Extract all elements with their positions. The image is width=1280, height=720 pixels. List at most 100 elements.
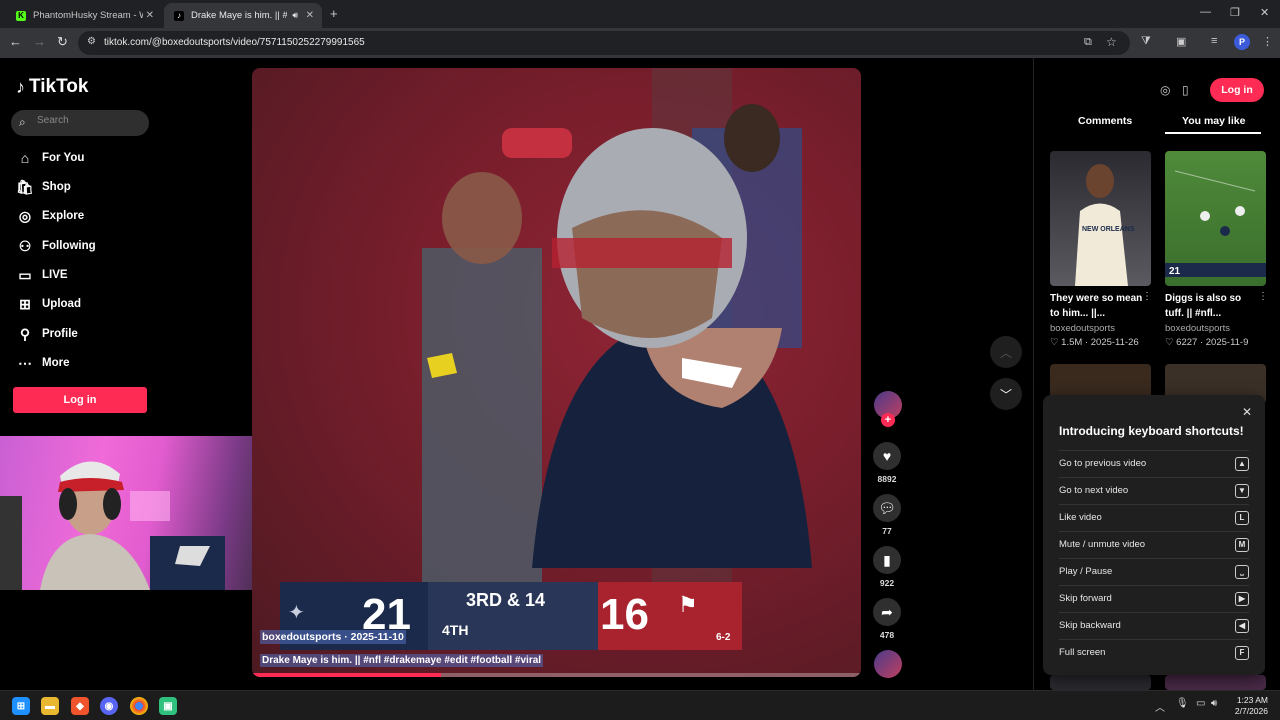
tab-tiktok-video[interactable]: ♪ Drake Maye is him. || #nfl # 🔊︎ ✕ <box>164 3 322 28</box>
minimize-icon[interactable]: — <box>1200 6 1211 18</box>
sidebar-item-following[interactable]: ⚇ Following <box>15 235 96 257</box>
shortcut-row: Skip backward ◀ <box>1059 612 1249 638</box>
like-action[interactable]: ♥ 8892 <box>873 442 901 484</box>
video-username[interactable]: boxedoutsports <box>1050 323 1115 334</box>
sidebar-item-live[interactable]: ▭ LIVE <box>15 264 67 286</box>
app-icon[interactable]: ▣ <box>159 697 177 715</box>
forward-icon[interactable]: → <box>33 34 46 49</box>
discord-icon[interactable]: ◉ <box>100 697 118 715</box>
volume-icon[interactable]: 🔊︎ <box>1211 698 1217 709</box>
next-video-button[interactable]: ﹀ <box>990 378 1022 410</box>
video-thumbnail[interactable]: NEW ORLEANS <box>1050 151 1151 286</box>
search-box[interactable]: ⌕ <box>11 110 149 136</box>
brave-browser-icon[interactable]: ◆ <box>71 697 89 715</box>
media-control-icon[interactable]: ≡ <box>1211 35 1217 47</box>
close-tab-icon[interactable]: ✕ <box>146 10 154 21</box>
save-action[interactable]: ▮ 922 <box>873 546 901 588</box>
bookmark-star-icon[interactable]: ☆ <box>1106 35 1117 49</box>
tab-phantomhusky[interactable]: K PhantomHusky Stream - Watch ✕ <box>6 3 162 28</box>
video-progress-bar[interactable] <box>252 673 861 677</box>
video-thumbnail[interactable] <box>1165 675 1266 690</box>
close-window-icon[interactable]: ✕ <box>1260 6 1269 19</box>
previous-video-button[interactable]: ︿ <box>990 336 1022 368</box>
comment-action[interactable]: 💬︎ 77 <box>873 494 901 536</box>
new-tab-button[interactable]: + <box>330 6 338 21</box>
close-tab-icon[interactable]: ✕ <box>306 10 314 21</box>
reload-icon[interactable]: ↻ <box>57 34 68 50</box>
heart-icon[interactable]: ♥ <box>873 442 901 470</box>
tab-comments[interactable]: Comments <box>1078 115 1132 127</box>
sidebar-item-label: Explore <box>42 210 85 222</box>
thumbnail-image: 21 <box>1165 170 1266 277</box>
sidebar-item-explore[interactable]: ◎ Explore <box>15 205 84 227</box>
windows-start-icon[interactable]: ⊞ <box>12 697 30 715</box>
profile-icon: ⚲ <box>19 325 31 342</box>
video-frame-image <box>422 68 812 588</box>
sidebar-item-more[interactable]: ⋯ More <box>15 352 69 374</box>
video-thumbnail[interactable] <box>1050 675 1151 690</box>
tiktok-icon: ♪ <box>174 10 184 21</box>
tab-you-may-like[interactable]: You may like <box>1182 115 1245 127</box>
logo-text: TikTok <box>29 76 89 97</box>
bookmark-icon[interactable]: ▮ <box>873 546 901 574</box>
speaker-icon[interactable]: 🔊︎ <box>292 10 298 21</box>
compass-icon[interactable]: ◎ <box>1160 83 1170 97</box>
system-clock[interactable]: 1:23 AM 2/7/2026 <box>1235 695 1268 717</box>
share-action[interactable]: ➦ 478 <box>873 598 901 640</box>
video-player[interactable]: ✦ 21 3RD & 14 4TH 16 ⚑ 6-2 boxedoutsport… <box>252 68 861 677</box>
video-thumbnail[interactable]: 21 <box>1165 151 1266 286</box>
more-options-icon[interactable]: ⋮ <box>1258 291 1268 302</box>
space-key-icon: ⎵ <box>1235 564 1249 579</box>
chrome-icon[interactable] <box>130 697 148 715</box>
extensions-icon[interactable]: ⧩ <box>1141 35 1151 48</box>
music-disc-avatar[interactable] <box>874 650 902 678</box>
tray-chevron-icon[interactable]: ︿ <box>1155 699 1165 714</box>
close-icon[interactable]: ✕ <box>1242 405 1252 419</box>
network-icon[interactable]: ▭ <box>1196 698 1205 709</box>
tiktok-logo[interactable]: ♪ TikTok <box>16 76 88 98</box>
menu-kebab-icon[interactable]: ⋮ <box>1262 35 1273 48</box>
url-text[interactable]: tiktok.com/@boxedoutsports/video/7571150… <box>104 37 365 48</box>
microphone-icon[interactable]: 🎙︎ <box>1176 698 1189 709</box>
tiktok-icon: ♪ <box>16 76 25 97</box>
arrow-right-key-icon: ▶ <box>1235 591 1249 606</box>
video-description[interactable]: Drake Maye is him. || #nfl #drakemaye #e… <box>260 654 544 667</box>
more-options-icon[interactable]: ⋮ <box>1142 291 1152 302</box>
back-icon[interactable]: ← <box>9 34 22 49</box>
video-progress-fill <box>252 673 441 677</box>
key-m-icon: M <box>1235 537 1249 552</box>
sidebar-item-label: Profile <box>42 328 78 340</box>
sidebar-item-label: Shop <box>42 181 71 193</box>
video-author-date[interactable]: boxedoutsports · 2025-11-10 <box>260 630 406 644</box>
sidebar-item-shop[interactable]: 🛍︎ Shop <box>15 176 71 198</box>
key-l-icon: L <box>1235 510 1249 525</box>
sidebar-item-for-you[interactable]: ⌂ For You <box>15 147 85 169</box>
arrow-up-key-icon: ▲ <box>1235 456 1249 471</box>
share-icon[interactable]: ➦ <box>873 598 901 626</box>
url-bar[interactable]: ⚙ tiktok.com/@boxedoutsports/video/75711… <box>78 31 1130 55</box>
shortcut-label: Skip forward <box>1059 593 1112 604</box>
maximize-icon[interactable]: ❐ <box>1230 6 1240 19</box>
video-username[interactable]: boxedoutsports <box>1165 323 1230 334</box>
sidebar-item-upload[interactable]: ⊞ Upload <box>15 293 81 315</box>
split-view-icon[interactable]: ▣ <box>1176 35 1186 48</box>
video-title[interactable]: They were so mean to him... ||... <box>1050 291 1145 321</box>
sidebar-item-profile[interactable]: ⚲ Profile <box>15 323 78 345</box>
profile-avatar[interactable]: P <box>1234 34 1250 50</box>
file-explorer-icon[interactable]: ▬ <box>41 697 59 715</box>
site-info-icon[interactable]: ⚙ <box>87 36 96 47</box>
shortcut-label: Skip backward <box>1059 620 1121 631</box>
follow-plus-icon[interactable]: + <box>881 413 895 427</box>
login-button[interactable]: Log in <box>13 387 147 413</box>
video-title[interactable]: Diggs is also so tuff. || #nfl... <box>1165 291 1260 321</box>
creator-avatar[interactable]: + <box>874 391 902 427</box>
sidebar-item-label: For You <box>42 152 85 164</box>
share-count: 478 <box>879 630 895 640</box>
device-icon[interactable]: ▯ <box>1182 83 1189 97</box>
shortcut-label: Play / Pause <box>1059 566 1113 577</box>
install-app-icon[interactable]: ⧉ <box>1084 36 1092 49</box>
search-input[interactable] <box>37 115 137 126</box>
shortcut-row: Mute / unmute video M <box>1059 531 1249 557</box>
comment-icon[interactable]: 💬︎ <box>873 494 901 522</box>
login-button[interactable]: Log in <box>1210 78 1264 102</box>
